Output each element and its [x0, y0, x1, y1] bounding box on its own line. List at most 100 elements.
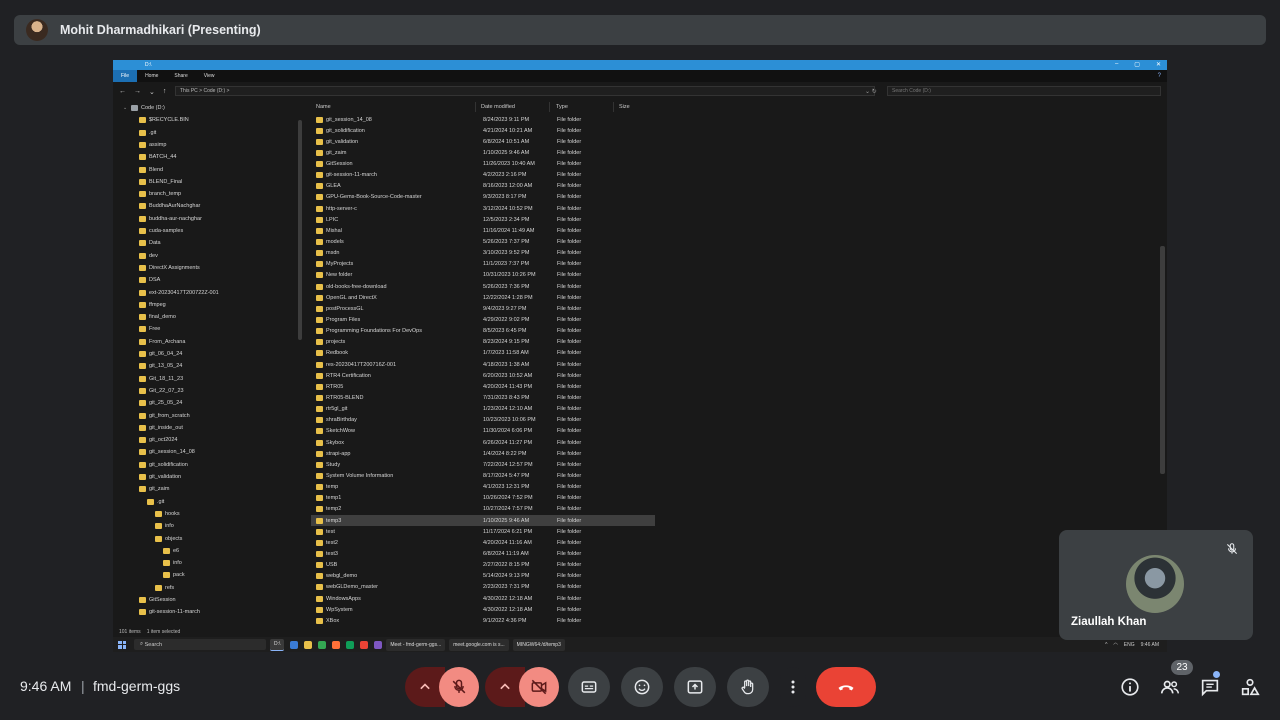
- chrome-icon[interactable]: [318, 640, 327, 649]
- file-row[interactable]: Redbook 1/7/2023 11:58 AM File folder: [311, 348, 655, 359]
- file-row[interactable]: http-server-c 3/12/2024 10:52 PM File fold…: [311, 203, 655, 214]
- file-row[interactable]: LPIC 12/5/2023 2:34 PM File folder: [311, 214, 655, 225]
- expand-caret-icon[interactable]: ⌄: [123, 105, 129, 111]
- file-row[interactable]: models 5/26/2023 7:37 PM File folder: [311, 237, 655, 248]
- file-row[interactable]: temp3 1/10/2025 9:46 AM File folder: [311, 515, 655, 527]
- wifi-icon[interactable]: ◠: [1113, 642, 1117, 648]
- chat-icon[interactable]: [1199, 676, 1221, 698]
- file-row[interactable]: RTR05 4/20/2024 11:43 PM File folder: [311, 381, 655, 392]
- close-icon[interactable]: ✕: [1156, 61, 1161, 68]
- file-row[interactable]: SketchWow 11/30/2024 6:06 PM File folder: [311, 426, 655, 437]
- people-icon[interactable]: [1159, 676, 1181, 698]
- file-row[interactable]: test3 6/8/2024 11:19 AM File folder: [311, 548, 655, 559]
- up-arrow-icon[interactable]: ↑: [163, 88, 167, 96]
- file-row[interactable]: test 11/17/2024 6:21 PM File folder: [311, 526, 655, 537]
- nav-item[interactable]: cuda-samples: [131, 225, 183, 237]
- file-row[interactable]: git_validation 6/8/2024 10:51 AM File fold…: [311, 136, 655, 147]
- microphone-button[interactable]: [439, 667, 479, 707]
- nav-item[interactable]: git_zaim: [131, 483, 169, 495]
- file-row[interactable]: Program Files 4/29/2022 9:02 PM File folde…: [311, 315, 655, 326]
- ribbon-tab-view[interactable]: View: [196, 70, 223, 82]
- vscode-icon[interactable]: [290, 640, 299, 649]
- nav-item[interactable]: assimp: [131, 139, 166, 151]
- taskbar-search[interactable]: ⌕ Search: [134, 639, 266, 650]
- windows-start-icon[interactable]: [118, 640, 126, 649]
- nav-item[interactable]: git_session_14_08: [131, 446, 195, 458]
- file-row[interactable]: git_session_14_08 8/24/2023 9:11 PM File f…: [311, 114, 655, 125]
- nav-item[interactable]: git_25_05_24: [131, 397, 182, 409]
- file-row[interactable]: projects 8/23/2024 9:15 PM File folder: [311, 337, 655, 348]
- file-row[interactable]: GLEA 8/16/2023 12:00 AM File folder: [311, 181, 655, 192]
- more-options-button[interactable]: [780, 667, 806, 707]
- file-row[interactable]: git_zaim 1/10/2025 9:46 AM File folder: [311, 147, 655, 158]
- nav-item[interactable]: git_inside_out: [131, 422, 183, 434]
- file-row[interactable]: USB 2/27/2022 8:15 PM File folder: [311, 560, 655, 571]
- maximize-icon[interactable]: ▢: [1134, 61, 1140, 68]
- column-header-name[interactable]: Name: [316, 104, 331, 110]
- nav-item[interactable]: ext-20230417T200722Z-001: [131, 287, 219, 299]
- ribbon-tab-share[interactable]: Share: [166, 70, 195, 82]
- leave-call-button[interactable]: [816, 667, 876, 707]
- nav-item[interactable]: BATCH_44: [131, 151, 176, 163]
- nav-item[interactable]: dev: [131, 250, 158, 262]
- nav-item[interactable]: GitSession: [131, 594, 176, 606]
- file-row[interactable]: GitSession 11/26/2023 10:40 AM File folder: [311, 159, 655, 170]
- file-row[interactable]: MyProjects 11/1/2023 7:37 PM File folder: [311, 259, 655, 270]
- nav-item[interactable]: DirectX Assignments: [131, 262, 200, 274]
- brave-icon[interactable]: [360, 640, 369, 649]
- nav-item[interactable]: pack: [155, 569, 185, 581]
- nav-item[interactable]: git_06_04_24: [131, 348, 182, 360]
- file-row[interactable]: OpenGL and DirectX 12/22/2024 1:28 PM File…: [311, 292, 655, 303]
- file-row[interactable]: Mishal 11/16/2024 11:49 AM File folder: [311, 225, 655, 236]
- nav-item[interactable]: info: [155, 557, 182, 569]
- file-row[interactable]: Programming Foundations For DevOps 8/5/20…: [311, 326, 655, 337]
- visual-studio-icon[interactable]: [374, 640, 383, 649]
- nav-item[interactable]: hooks: [147, 508, 180, 520]
- nav-item[interactable]: objects: [147, 533, 182, 545]
- nav-item[interactable]: e6: [155, 545, 179, 557]
- captions-button[interactable]: [568, 667, 610, 707]
- reactions-button[interactable]: [621, 667, 663, 707]
- file-row[interactable]: temp 4/1/2023 12:31 PM File folder: [311, 482, 655, 493]
- nav-item[interactable]: Data: [131, 237, 161, 249]
- nav-item[interactable]: git_validation: [131, 471, 181, 483]
- file-row[interactable]: rtr5gl_git 1/23/2024 12:10 AM File folder: [311, 404, 655, 415]
- file-row[interactable]: Study 7/22/2024 12:57 PM File folder: [311, 459, 655, 470]
- file-row[interactable]: postProcessGL 9/4/2023 9:27 PM File folder: [311, 303, 655, 314]
- file-row[interactable]: res-20230417T200716Z-001 4/18/2023 1:38 A…: [311, 359, 655, 370]
- column-header-date[interactable]: Date modified: [481, 104, 515, 110]
- file-row[interactable]: msdn 3/10/2023 9:52 PM File folder: [311, 248, 655, 259]
- file-row[interactable]: System Volume Information 8/17/2024 5:47 …: [311, 470, 655, 481]
- firefox-icon[interactable]: [332, 640, 341, 649]
- file-row[interactable]: old-books-free-download 5/26/2023 7:36 PM…: [311, 281, 655, 292]
- nav-item[interactable]: BuddhaAurNachghar: [131, 200, 200, 212]
- folder-icon[interactable]: [304, 640, 313, 649]
- tray-chevron-icon[interactable]: ^: [1105, 642, 1107, 648]
- participant-tile[interactable]: Ziaullah Khan: [1059, 530, 1253, 640]
- column-header-size[interactable]: Size: [619, 104, 630, 110]
- file-row[interactable]: WpSystem 4/30/2022 12:18 AM File folder: [311, 604, 655, 615]
- file-row[interactable]: Skybox 6/26/2024 11:27 PM File folder: [311, 437, 655, 448]
- file-row[interactable]: New folder 10/31/2023 10:26 PM File folder: [311, 270, 655, 281]
- nav-item[interactable]: git_13_05_24: [131, 360, 182, 372]
- nav-item[interactable]: buddha-aur-nachghar: [131, 213, 202, 225]
- present-screen-button[interactable]: [674, 667, 716, 707]
- nav-item[interactable]: Git_18_11_23: [131, 373, 183, 385]
- nav-item[interactable]: git_oct2024: [131, 434, 177, 446]
- file-row[interactable]: strapi-app 1/4/2024 8:22 PM File folder: [311, 448, 655, 459]
- file-row[interactable]: RTR4 Certification 6/20/2023 10:52 AM File…: [311, 370, 655, 381]
- ribbon-tab-file[interactable]: File: [113, 70, 138, 82]
- raise-hand-button[interactable]: [727, 667, 769, 707]
- file-row[interactable]: git-session-11-march 4/2/2023 2:16 PM File…: [311, 170, 655, 181]
- nav-item[interactable]: git_from_scratch: [131, 410, 190, 422]
- nav-item[interactable]: .git: [131, 127, 156, 139]
- file-row[interactable]: webGLDemo_master 2/23/2023 7:31 PM File fo…: [311, 582, 655, 593]
- file-row[interactable]: GPU-Gems-Book-Source-Code-master 9/3/2023…: [311, 192, 655, 203]
- nav-item[interactable]: info: [147, 520, 174, 532]
- file-row[interactable]: RTR05-BLEND 7/31/2023 8:43 PM File folder: [311, 393, 655, 404]
- nav-item[interactable]: BLEND_Final: [131, 176, 182, 188]
- taskbar-app-terminal[interactable]: MINGW64:/d/temp3: [512, 638, 565, 651]
- camera-button[interactable]: [519, 667, 559, 707]
- nav-item[interactable]: Free: [131, 323, 160, 335]
- refresh-icon[interactable]: ⌄ ↻: [865, 88, 877, 95]
